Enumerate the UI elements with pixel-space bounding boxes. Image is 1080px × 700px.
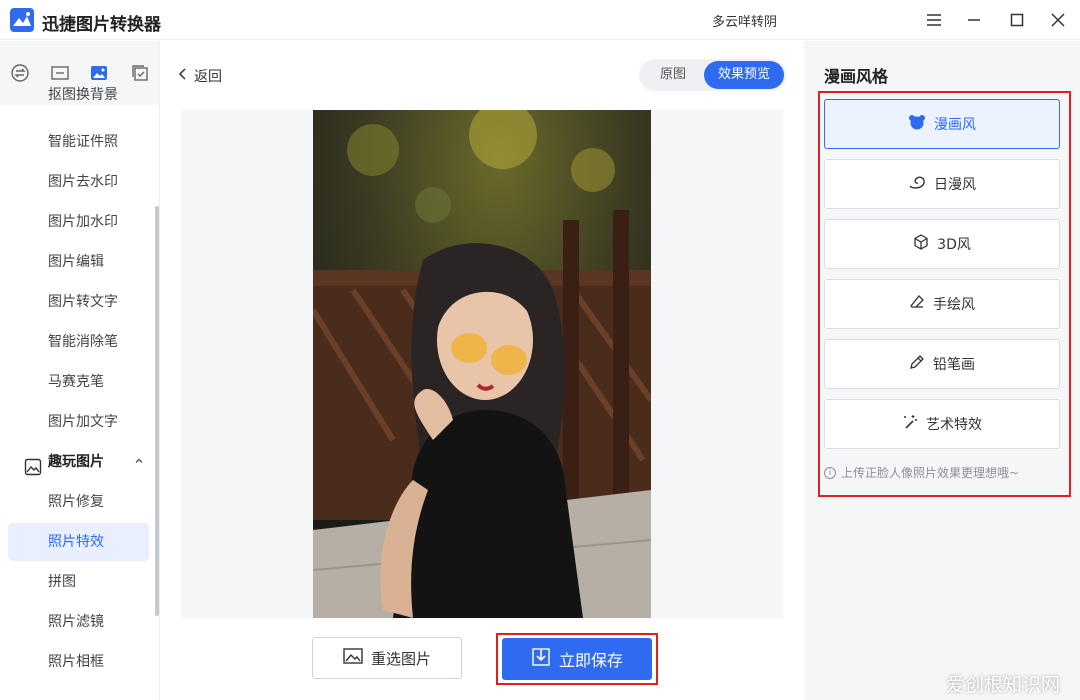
weather-text: 多云咩转阴 — [712, 15, 778, 30]
sidebar-item-collage[interactable]: 拼图 — [8, 563, 149, 601]
cube-icon — [913, 234, 929, 254]
sidebar-group-label: 趣玩图片 — [48, 454, 104, 470]
style-panel: 漫画风格 漫画风 日漫风 3D风 手绘风 铅笔画 艺术特效 i 上传正脸人像照片… — [804, 41, 1080, 700]
sidebar-item-frame[interactable]: 照片相框 — [8, 643, 149, 681]
preview-area — [181, 110, 783, 618]
magic-wand-icon — [902, 414, 918, 434]
copy-icon[interactable] — [130, 63, 150, 83]
save-now-button[interactable]: 立即保存 — [502, 638, 652, 680]
style-option-japanese[interactable]: 日漫风 — [824, 159, 1060, 209]
bear-icon — [908, 114, 926, 134]
back-button[interactable]: 返回 — [178, 66, 222, 86]
sidebar-item-image-edit[interactable]: 图片编辑 — [8, 243, 149, 281]
sidebar-group-fun[interactable]: 趣玩图片 — [8, 443, 149, 481]
chevron-up-icon[interactable] — [134, 443, 144, 481]
menu-icon[interactable] — [922, 8, 946, 32]
app-title: 迅捷图片转换器 — [42, 15, 161, 35]
image-tool-icon[interactable] — [50, 63, 70, 83]
main-area: 返回 原图 效果预览 重选图片 立即保存 — [160, 41, 804, 700]
preview-image — [313, 110, 651, 618]
panel-title: 漫画风格 — [824, 67, 889, 86]
app-logo-icon — [10, 8, 34, 32]
view-toggle: 原图 效果预览 — [639, 59, 786, 91]
sidebar: 抠图换背景 智能证件照 图片去水印 图片加水印 图片编辑 图片转文字 智能消除笔… — [0, 41, 160, 700]
style-option-art-effects[interactable]: 艺术特效 — [824, 399, 1060, 449]
close-icon[interactable] — [1046, 8, 1070, 32]
maximize-icon[interactable] — [1005, 8, 1029, 32]
hint-text: 上传正脸人像照片效果更理想哦~ — [841, 466, 1020, 480]
style-option-label: 铅笔画 — [933, 357, 975, 373]
watermark-text: 爱创根知识网 — [946, 674, 1061, 696]
swirl-icon — [908, 174, 926, 194]
sidebar-item-filter[interactable]: 照片滤镜 — [8, 603, 149, 641]
tab-original[interactable]: 原图 — [647, 61, 699, 89]
sidebar-item-add-watermark[interactable]: 图片加水印 — [8, 203, 149, 241]
sidebar-item-add-text[interactable]: 图片加文字 — [8, 403, 149, 441]
reselect-image-label: 重选图片 — [370, 649, 431, 668]
style-option-label: 日漫风 — [934, 177, 976, 193]
sidebar-item-photo-effects[interactable]: 照片特效 — [8, 523, 149, 561]
reselect-image-button[interactable]: 重选图片 — [312, 637, 462, 679]
style-option-manga[interactable]: 漫画风 — [824, 99, 1060, 149]
style-option-label: 3D风 — [937, 237, 971, 253]
pencil-icon — [909, 354, 925, 374]
style-option-pencil[interactable]: 铅笔画 — [824, 339, 1060, 389]
sidebar-item-ocr[interactable]: 图片转文字 — [8, 283, 149, 321]
title-bar: 迅捷图片转换器 多云咩转阴 — [0, 0, 1080, 40]
sidebar-item-photo-repair[interactable]: 照片修复 — [8, 483, 149, 521]
convert-icon[interactable] — [10, 63, 30, 83]
upload-hint: i 上传正脸人像照片效果更理想哦~ — [824, 464, 1019, 481]
download-icon — [531, 647, 551, 671]
back-label: 返回 — [194, 69, 222, 85]
style-option-label: 艺术特效 — [926, 417, 982, 433]
style-option-3d[interactable]: 3D风 — [824, 219, 1060, 269]
sidebar-item-eraser[interactable]: 智能消除笔 — [8, 323, 149, 361]
info-icon: i — [824, 466, 836, 479]
style-option-label: 漫画风 — [934, 117, 976, 133]
picture-icon[interactable] — [89, 63, 109, 83]
minimize-icon[interactable] — [962, 8, 986, 32]
tab-preview[interactable]: 效果预览 — [704, 61, 784, 89]
sidebar-item-remove-watermark[interactable]: 图片去水印 — [8, 163, 149, 201]
eraser-icon — [909, 294, 925, 314]
chevron-left-icon — [178, 68, 188, 84]
sidebar-scrollbar[interactable] — [155, 206, 159, 616]
style-option-label: 手绘风 — [933, 297, 975, 313]
save-now-label: 立即保存 — [558, 651, 623, 670]
sidebar-item-mosaic[interactable]: 马赛克笔 — [8, 363, 149, 401]
sidebar-item-cutout[interactable]: 抠图换背景 — [8, 85, 149, 105]
reselect-image-icon — [343, 647, 363, 669]
sidebar-item-id-photo[interactable]: 智能证件照 — [8, 123, 149, 161]
style-option-hand-drawn[interactable]: 手绘风 — [824, 279, 1060, 329]
